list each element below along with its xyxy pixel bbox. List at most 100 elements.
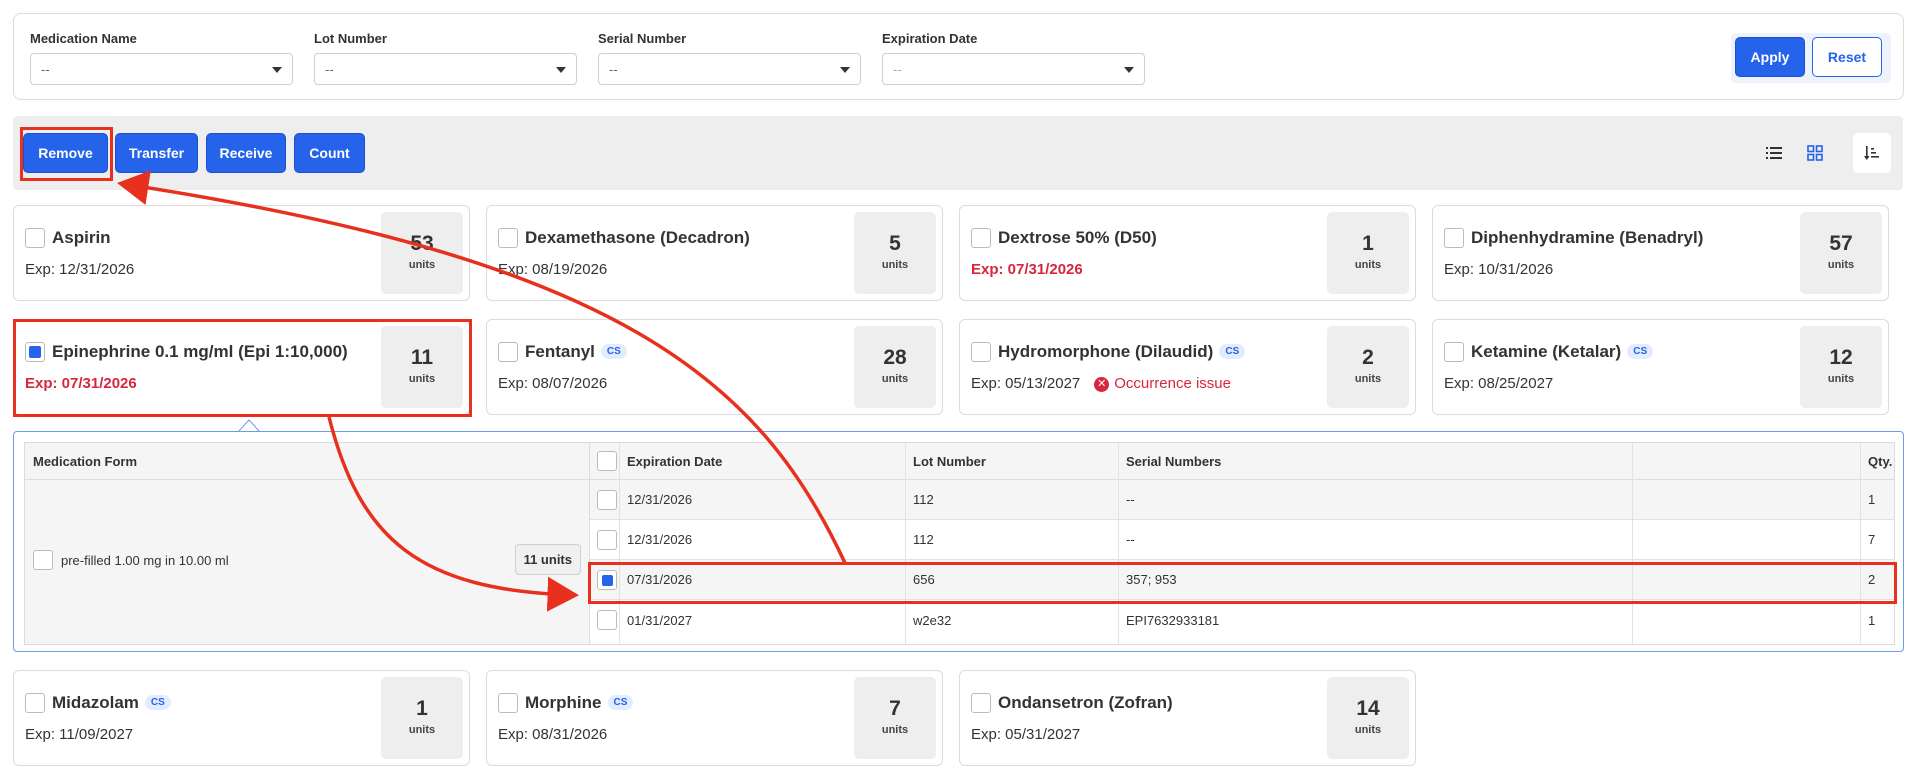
card-quantity: 2 units: [1327, 326, 1409, 408]
card-quantity: 7 units: [854, 677, 936, 759]
quantity-number: 7: [889, 697, 901, 720]
quantity-number: 1: [1362, 232, 1374, 255]
card-checkbox[interactable]: [971, 693, 991, 713]
apply-button[interactable]: Apply: [1735, 37, 1805, 77]
receive-button[interactable]: Receive: [206, 133, 286, 173]
card-checkbox[interactable]: [25, 228, 45, 248]
inventory-screen: Medication Name -- Lot Number -- Serial …: [0, 0, 1916, 773]
row-expiration: 12/31/2026: [627, 492, 693, 507]
select-all-checkbox[interactable]: [597, 451, 617, 471]
medication-card-ketamine[interactable]: Ketamine (Ketalar) CS Exp: 08/25/2027 12 u…: [1432, 319, 1889, 415]
quantity-unit: units: [1354, 724, 1382, 736]
table-row[interactable]: 12/31/2026 112 -- 7: [590, 520, 1894, 560]
quantity-unit: units: [1827, 259, 1855, 271]
grid-view-icon[interactable]: [1800, 138, 1830, 168]
medication-card-fentanyl[interactable]: Fentanyl CS Exp: 08/07/2026 28 units: [486, 319, 943, 415]
annotation-box-epinephrine: [13, 319, 472, 417]
controlled-substance-badge: CS: [1627, 344, 1654, 359]
table-row[interactable]: 12/31/2026 112 -- 1: [590, 480, 1894, 520]
card-checkbox[interactable]: [498, 693, 518, 713]
sort-icon[interactable]: [1853, 133, 1891, 173]
medication-form-header: Medication Form: [25, 443, 589, 480]
lot-table: Expiration Date Lot Number Serial Number…: [590, 442, 1895, 645]
card-quantity: 12 units: [1800, 326, 1882, 408]
medication-name-label: Medication Name: [30, 31, 137, 46]
row-lot: w2e32: [913, 612, 952, 628]
list-view-icon[interactable]: [1759, 138, 1789, 168]
card-checkbox[interactable]: [498, 342, 518, 362]
transfer-button[interactable]: Transfer: [115, 133, 198, 173]
card-name: Dexamethasone (Decadron): [525, 228, 750, 247]
card-expiration: Exp: 05/13/2027 ✕ Occurrence issue: [971, 375, 1231, 392]
serial-number-value: --: [609, 62, 618, 77]
row-expiration: 01/31/2027: [627, 612, 693, 628]
quantity-unit: units: [881, 373, 909, 385]
quantity-unit: units: [1354, 259, 1382, 271]
medication-card-aspirin[interactable]: Aspirin Exp: 12/31/2026 53 units: [13, 205, 470, 301]
card-checkbox[interactable]: [971, 228, 991, 248]
card-expiration: Exp: 11/09/2027: [25, 726, 134, 743]
serial-number-label: Serial Number: [598, 31, 687, 46]
serial-number-select[interactable]: --: [598, 53, 861, 85]
column-header: Qty.: [1868, 453, 1893, 469]
card-checkbox[interactable]: [498, 228, 518, 248]
card-quantity: 14 units: [1327, 677, 1409, 759]
quantity-unit: units: [881, 259, 909, 271]
card-name: Diphenhydramine (Benadryl): [1471, 228, 1704, 247]
row-qty: 1: [1868, 492, 1876, 507]
column-divider: [1860, 443, 1861, 644]
card-checkbox[interactable]: [1444, 342, 1464, 362]
expiration-date-label: Expiration Date: [882, 31, 978, 46]
column-header: Serial Numbers: [1126, 453, 1222, 469]
expiration-date-value: --: [893, 62, 902, 77]
card-checkbox[interactable]: [1444, 228, 1464, 248]
column-divider: [619, 443, 620, 644]
controlled-substance-badge: CS: [600, 344, 627, 359]
card-checkbox[interactable]: [971, 342, 991, 362]
controlled-substance-badge: CS: [607, 695, 634, 710]
row-lot: 112: [913, 492, 934, 507]
card-expiration: Exp: 08/19/2026: [498, 261, 608, 278]
medication-card-ondansetron[interactable]: Ondansetron (Zofran) Exp: 05/31/2027 14 u…: [959, 670, 1416, 766]
expiration-text: Exp: 05/13/2027: [971, 375, 1081, 392]
card-name: Midazolam CS: [52, 693, 171, 713]
medication-card-diphenhydramine[interactable]: Diphenhydramine (Benadryl) Exp: 10/31/20…: [1432, 205, 1889, 301]
card-name: Ondansetron (Zofran): [998, 693, 1173, 712]
card-quantity: 57 units: [1800, 212, 1882, 294]
column-divider: [1632, 443, 1633, 644]
chevron-down-icon: [1124, 67, 1134, 73]
row-checkbox[interactable]: [597, 530, 617, 550]
count-button[interactable]: Count: [294, 133, 365, 173]
occurrence-issue-label: Occurrence issue: [1114, 375, 1231, 392]
card-quantity: 5 units: [854, 212, 936, 294]
medication-name-value: --: [41, 62, 50, 77]
row-serial: --: [1126, 492, 1135, 507]
lot-number-select[interactable]: --: [314, 53, 577, 85]
card-name: Dextrose 50% (D50): [998, 228, 1157, 247]
card-checkbox[interactable]: [25, 693, 45, 713]
quantity-number: 2: [1362, 346, 1374, 369]
lot-number-value: --: [325, 62, 334, 77]
card-quantity: 53 units: [381, 212, 463, 294]
row-checkbox[interactable]: [597, 610, 617, 630]
chevron-down-icon: [556, 67, 566, 73]
row-checkbox[interactable]: [597, 490, 617, 510]
form-checkbox[interactable]: [33, 550, 53, 570]
card-expiration: Exp: 07/31/2026: [971, 261, 1083, 278]
occurrence-issue[interactable]: ✕ Occurrence issue: [1094, 375, 1231, 392]
card-quantity: 1 units: [1327, 212, 1409, 294]
medication-card-dexamethasone[interactable]: Dexamethasone (Decadron) Exp: 08/19/2026…: [486, 205, 943, 301]
medication-card-midazolam[interactable]: Midazolam CS Exp: 11/09/2027 1 units: [13, 670, 470, 766]
expiration-date-select[interactable]: --: [882, 53, 1145, 85]
medication-card-dextrose[interactable]: Dextrose 50% (D50) Exp: 07/31/2026 1 unit…: [959, 205, 1416, 301]
chevron-down-icon: [272, 67, 282, 73]
quantity-unit: units: [1354, 373, 1382, 385]
reset-button[interactable]: Reset: [1812, 37, 1882, 77]
card-expiration: Exp: 12/31/2026: [25, 261, 135, 278]
table-row[interactable]: 01/31/2027 w2e32 EPI7632933181 1: [590, 600, 1894, 640]
annotation-box-remove: [20, 127, 113, 181]
medication-name-select[interactable]: --: [30, 53, 293, 85]
medication-card-hydromorphone[interactable]: Hydromorphone (Dilaudid) CS Exp: 05/13/20…: [959, 319, 1416, 415]
card-name: Hydromorphone (Dilaudid) CS: [998, 342, 1246, 362]
medication-card-morphine[interactable]: Morphine CS Exp: 08/31/2026 7 units: [486, 670, 943, 766]
